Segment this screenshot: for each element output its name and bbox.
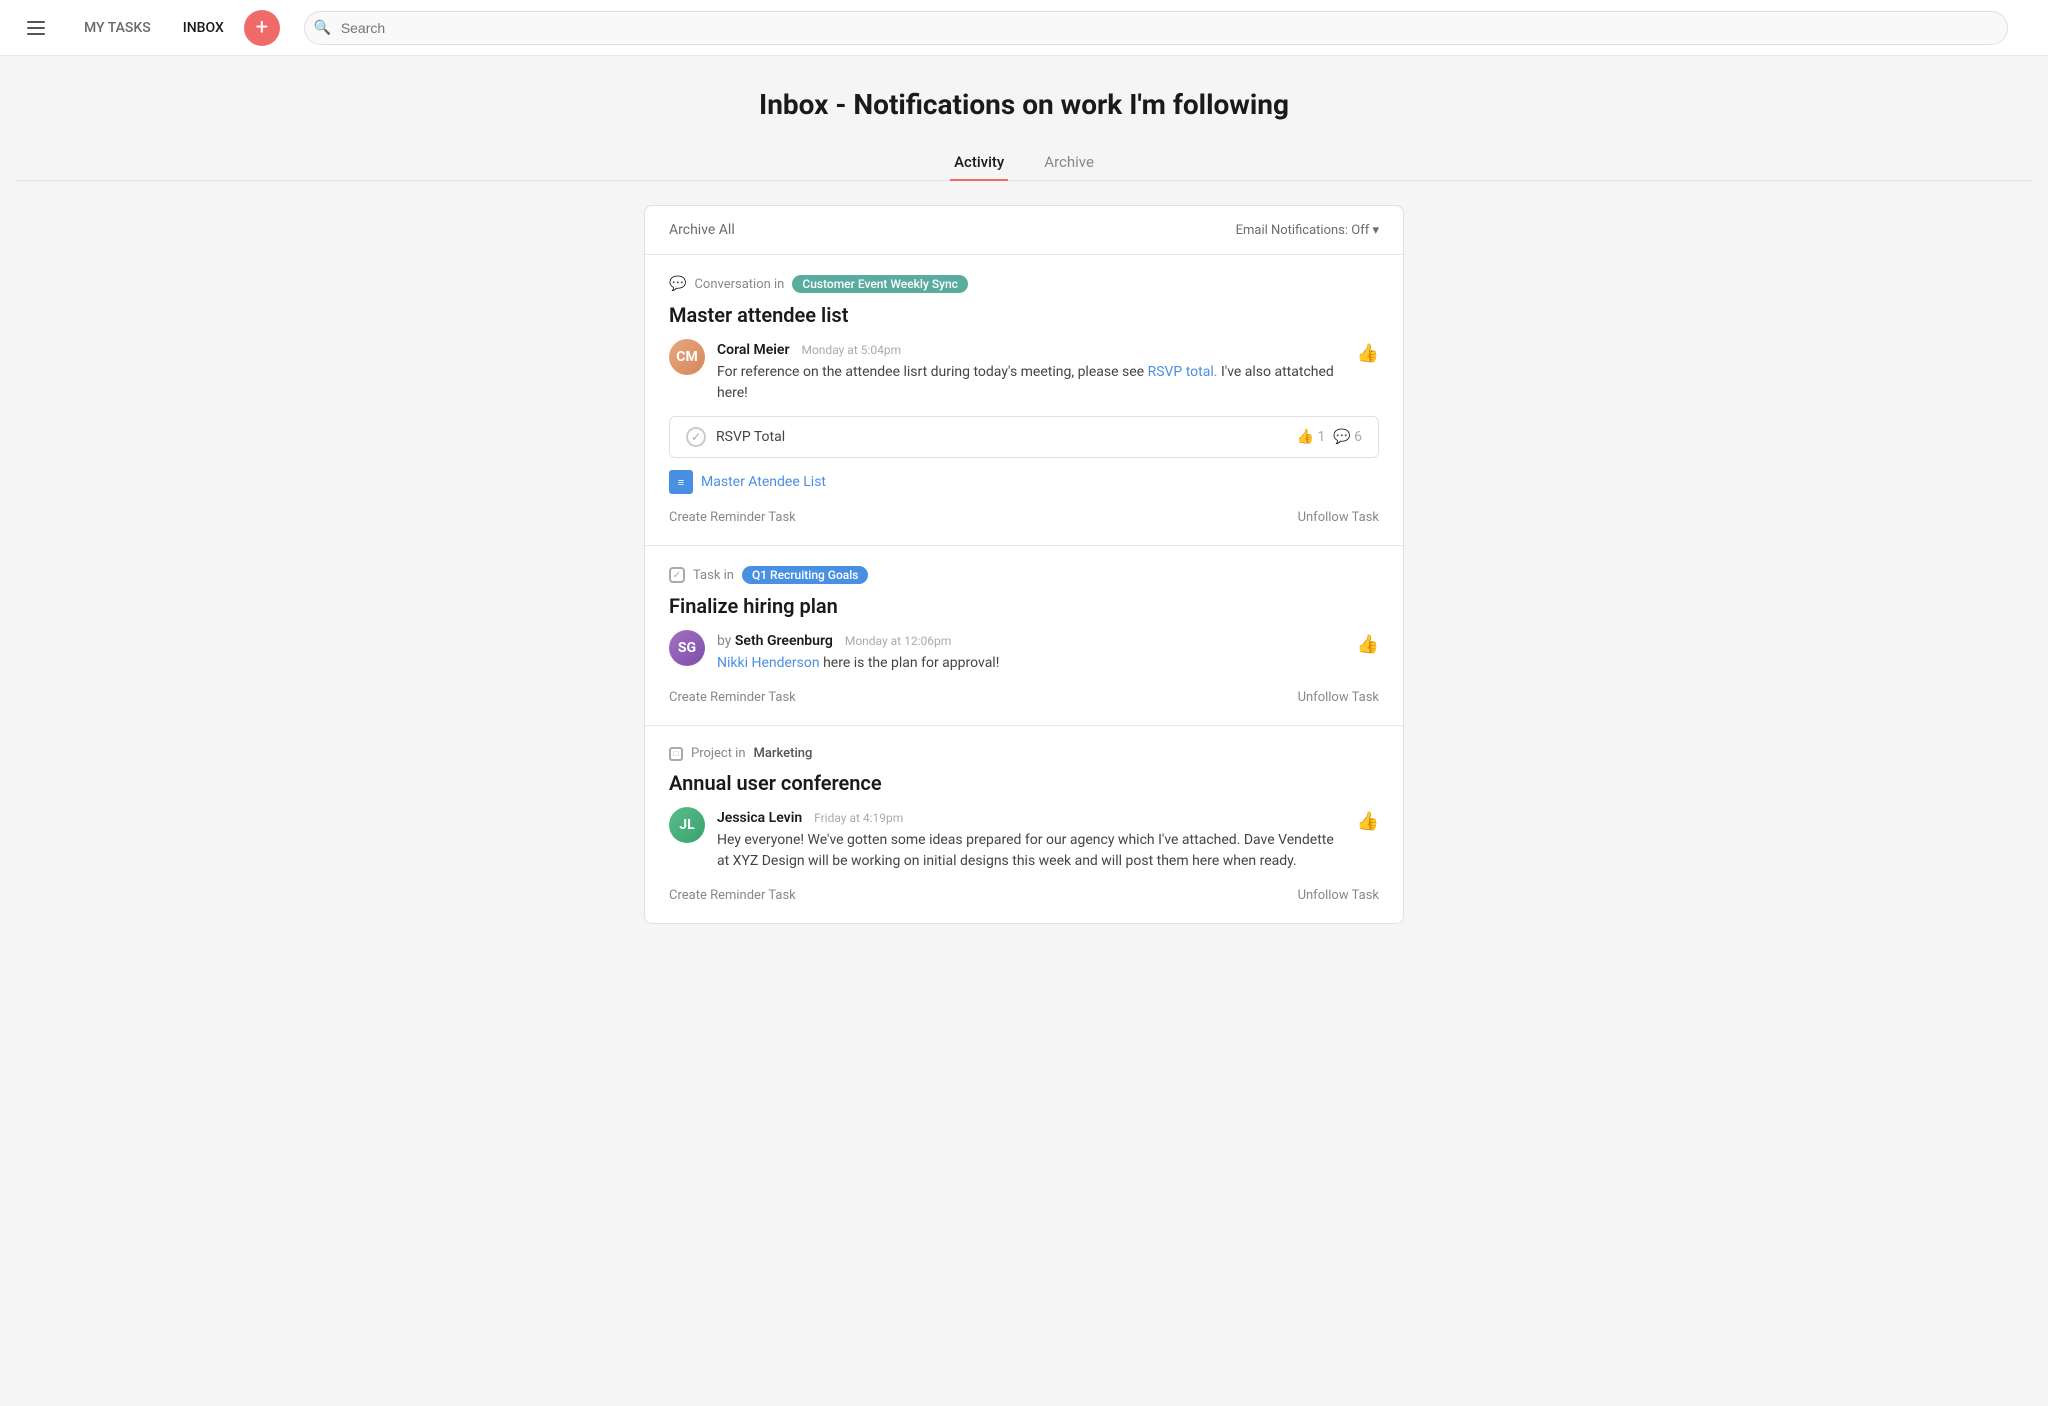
comment-author: Seth Greenburg [735,633,833,649]
meta-line: ✓ Task in Q1 Recruiting Goals [669,566,1379,584]
card-footer: Create Reminder Task Unfollow Task [669,884,1379,903]
comment-time: Monday at 12:06pm [845,634,951,648]
inbox-container: Archive All Email Notifications: Off ▾ 💬… [644,205,1404,924]
comment-time: Monday at 5:04pm [801,343,901,357]
comment-body: by Seth Greenburg Monday at 12:06pm Nikk… [717,630,1345,674]
create-reminder-button[interactable]: Create Reminder Task [669,690,796,705]
meta-prefix: Conversation in [694,277,784,292]
notification-title: Annual user conference [669,771,1379,795]
comment-text: For reference on the attendee lisrt duri… [717,362,1345,404]
notification-title: Master attendee list [669,303,1379,327]
project-name: Marketing [754,746,813,761]
comment-author: Coral Meier [717,342,790,358]
inbox-tab[interactable]: INBOX [171,14,236,42]
comment-row: JL Jessica Levin Friday at 4:19pm Hey ev… [669,807,1379,872]
conversation-icon: 💬 [669,276,686,292]
page-title: Inbox - Notifications on work I'm follow… [16,88,2032,121]
notification-card: ✓ Task in Q1 Recruiting Goals Finalize h… [645,546,1403,726]
archive-all-button[interactable]: Archive All [669,222,735,238]
project-badge[interactable]: Q1 Recruiting Goals [742,566,869,584]
like-button[interactable]: 👍 [1357,339,1379,364]
tab-activity[interactable]: Activity [950,145,1008,181]
add-button[interactable]: + [244,10,280,46]
like-button[interactable]: 👍 [1357,630,1379,655]
notification-card: □ Project in Marketing Annual user confe… [645,726,1403,923]
notification-title: Finalize hiring plan [669,594,1379,618]
page-body: Inbox - Notifications on work I'm follow… [0,56,2048,956]
task-left: ✓ RSVP Total [686,427,785,447]
like-button[interactable]: 👍 [1357,807,1379,832]
comment-time: Friday at 4:19pm [814,811,903,825]
doc-icon: ≡ [669,470,693,494]
search-icon: 🔍 [314,20,331,36]
comment-text: Nikki Henderson here is the plan for app… [717,653,1345,674]
task-comment-count: 💬 6 [1333,429,1362,445]
comment-link[interactable]: RSVP total. [1148,364,1218,380]
inbox-header: Archive All Email Notifications: Off ▾ [645,206,1403,255]
comment-row: SG by Seth Greenburg Monday at 12:06pm N… [669,630,1379,674]
meta-line: □ Project in Marketing [669,746,1379,761]
topbar: MY TASKS INBOX + 🔍 [0,0,2048,56]
project-icon: □ [669,747,683,761]
meta-line: 💬 Conversation in Customer Event Weekly … [669,275,1379,293]
menu-icon[interactable] [16,21,56,35]
inbox-tabs: Activity Archive [16,145,2032,181]
create-reminder-button[interactable]: Create Reminder Task [669,510,796,525]
meta-prefix: Task in [693,568,734,583]
task-checkbox[interactable]: ✓ [686,427,706,447]
comment-author: Jessica Levin [717,810,802,826]
search-container: 🔍 [304,11,2008,45]
unfollow-task-button[interactable]: Unfollow Task [1298,510,1379,525]
my-tasks-tab[interactable]: MY TASKS [72,14,163,42]
task-meta: 👍 1 💬 6 [1296,429,1362,445]
card-footer: Create Reminder Task Unfollow Task [669,506,1379,525]
doc-link[interactable]: ≡ Master Atendee List [669,470,1379,494]
project-badge[interactable]: Customer Event Weekly Sync [792,275,968,293]
avatar: SG [669,630,705,666]
avatar: CM [669,339,705,375]
create-reminder-button[interactable]: Create Reminder Task [669,888,796,903]
task-name[interactable]: RSVP Total [716,429,785,445]
mention-link[interactable]: Nikki Henderson [717,655,820,671]
unfollow-task-button[interactable]: Unfollow Task [1298,888,1379,903]
topbar-nav: MY TASKS INBOX [72,14,236,42]
notification-card: 💬 Conversation in Customer Event Weekly … [645,255,1403,546]
meta-prefix: Project in [691,746,746,761]
comment-body: Jessica Levin Friday at 4:19pm Hey every… [717,807,1345,872]
tab-archive[interactable]: Archive [1040,145,1098,181]
author-prefix: by [717,633,735,649]
task-row: ✓ RSVP Total 👍 1 💬 6 [669,416,1379,458]
search-input[interactable] [304,11,2008,45]
task-like-count: 👍 1 [1296,429,1325,445]
unfollow-task-button[interactable]: Unfollow Task [1298,690,1379,705]
email-notifications-toggle[interactable]: Email Notifications: Off ▾ [1236,223,1379,238]
comment-body: Coral Meier Monday at 5:04pm For referen… [717,339,1345,404]
card-footer: Create Reminder Task Unfollow Task [669,686,1379,705]
task-icon: ✓ [669,567,685,583]
avatar: JL [669,807,705,843]
comment-text: Hey everyone! We've gotten some ideas pr… [717,830,1345,872]
doc-name: Master Atendee List [701,474,826,490]
comment-row: CM Coral Meier Monday at 5:04pm For refe… [669,339,1379,404]
